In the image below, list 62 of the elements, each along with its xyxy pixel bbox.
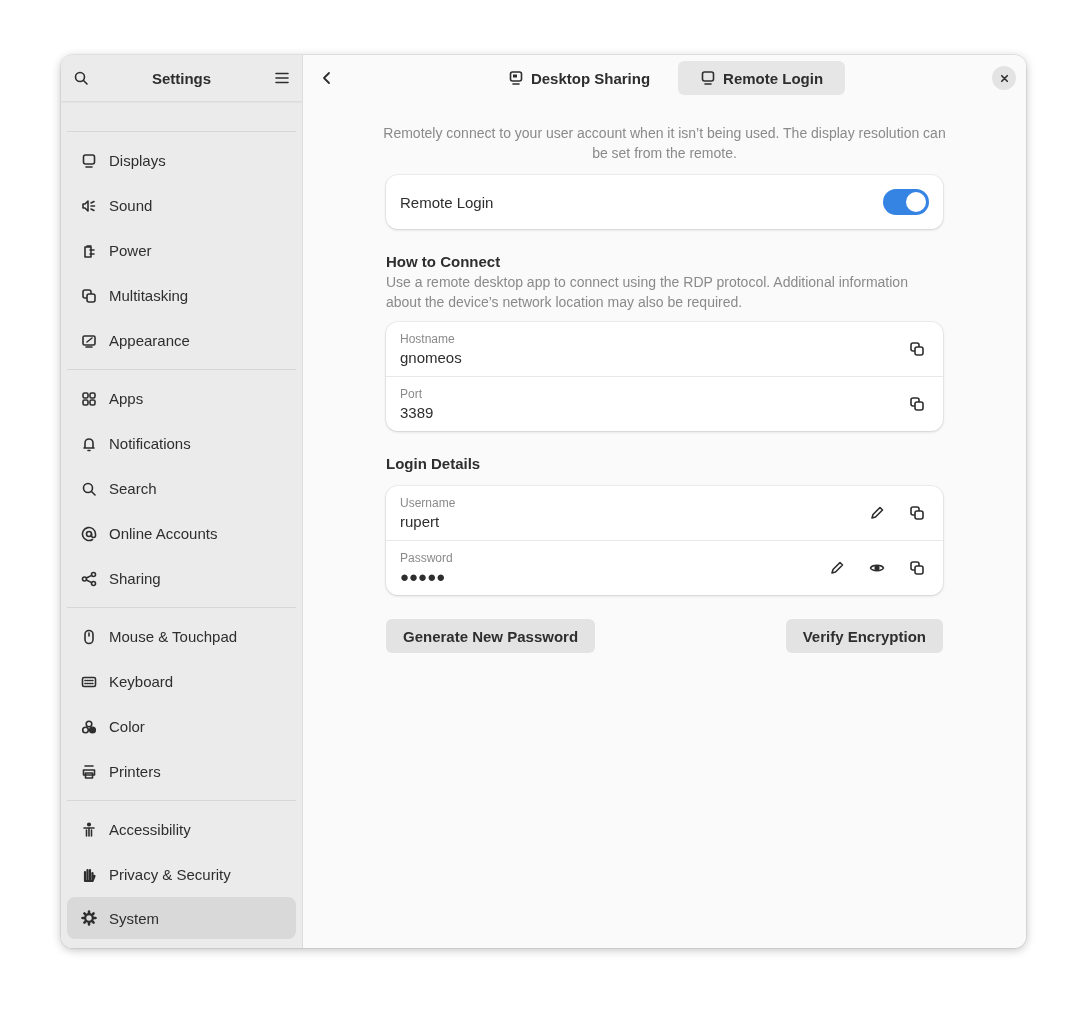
field-value: 3389: [400, 404, 435, 421]
window-title: Settings: [151, 69, 212, 87]
page-description: Remotely connect to your user account when it isn’t being used. The display resolution can be set from the remote.: [382, 124, 947, 163]
display-icon: [81, 152, 97, 169]
sidebar-item[interactable]: Accessibility: [67, 807, 296, 852]
copy-icon: [909, 560, 925, 576]
action-button[interactable]: Verify Encryption: [785, 619, 943, 653]
sidebar-item[interactable]: Notifications: [67, 421, 296, 466]
sidebar-item[interactable]: Sharing: [67, 556, 296, 601]
sidebar-item[interactable]: System: [67, 897, 296, 939]
field-value: rupert: [400, 513, 441, 530]
speaker-icon: [81, 197, 97, 214]
gear-icon: [81, 910, 97, 926]
sidebar-item[interactable]: Displays: [67, 138, 296, 183]
sidebar-item[interactable]: Printers: [67, 749, 296, 794]
sidebar-item[interactable]: Online Accounts: [67, 511, 296, 556]
sidebar-item[interactable]: Sound: [67, 183, 296, 228]
mouse-icon: [81, 628, 97, 645]
printer-icon: [81, 763, 97, 780]
bell-icon: [81, 435, 97, 452]
copy-icon: [909, 505, 925, 521]
sidebar-item[interactable]: Privacy & Security: [67, 852, 296, 897]
search-icon: [81, 480, 97, 497]
circles-icon: [81, 718, 97, 735]
copy-icon: [909, 396, 925, 412]
sidebar-item[interactable]: Power: [67, 228, 296, 273]
section-heading: Login Details: [386, 455, 482, 472]
field-label: Port: [400, 387, 423, 401]
remote-login-label: Remote Login: [400, 193, 494, 211]
windows-icon: [81, 287, 97, 304]
close-icon: [998, 72, 1010, 84]
person-icon: [81, 821, 97, 838]
sidebar-item[interactable]: Color: [67, 704, 296, 749]
copy-icon: [909, 341, 925, 357]
pencil-icon: [829, 560, 845, 576]
grid-icon: [81, 390, 97, 407]
sidebar-item[interactable]: Search: [67, 466, 296, 511]
at-sign-icon: [81, 525, 97, 542]
section-heading: How to Connect: [386, 253, 502, 270]
field-label: Username: [400, 496, 457, 510]
search-icon: [73, 70, 89, 86]
menu-icon: [274, 70, 290, 86]
field-label: Hostname: [400, 332, 456, 346]
field-value: gnomeos: [400, 349, 463, 366]
field-label: Password: [400, 551, 454, 565]
section-description: Use a remote desktop app to connect using the RDP protocol. Additional information about the device’s network location may also be required.: [386, 273, 909, 312]
close-button[interactable]: [992, 66, 1016, 90]
share-icon: [81, 570, 97, 587]
tab[interactable]: Remote Login: [678, 61, 846, 95]
sidebar-item[interactable]: Appearance: [67, 318, 296, 363]
sidebar-item[interactable]: Multitasking: [67, 273, 296, 318]
screen-share-icon: [507, 70, 524, 86]
action-button[interactable]: Generate New Password: [386, 619, 596, 653]
pencil-icon: [869, 505, 885, 521]
hand-icon: [81, 866, 97, 883]
sidebar-item[interactable]: Mouse & Touchpad: [67, 614, 296, 659]
field-value: ●●●●●: [400, 568, 447, 585]
sidebar-item[interactable]: Keyboard: [67, 659, 296, 704]
toggle-switch[interactable]: [883, 189, 929, 215]
sidebar-item[interactable]: Apps: [67, 376, 296, 421]
display-icon: [700, 70, 717, 86]
tab[interactable]: Desktop Sharing: [485, 61, 673, 95]
